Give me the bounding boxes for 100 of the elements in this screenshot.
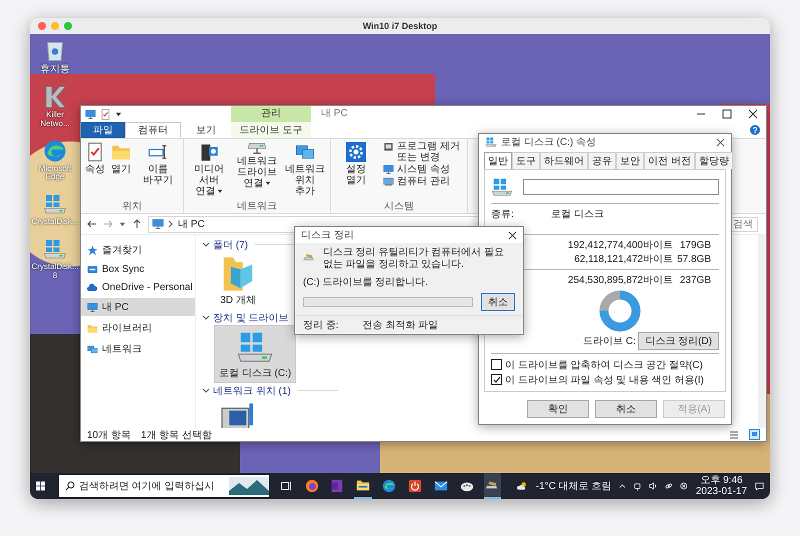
status-value: 전송 최적화 파일 xyxy=(362,319,438,332)
group-label: 위치 xyxy=(121,201,143,213)
back-arrow-icon[interactable] xyxy=(87,219,97,229)
dialog-tab[interactable]: 이전 버전 xyxy=(644,152,695,169)
dialog-tab[interactable]: 하드웨어 xyxy=(540,152,588,169)
ribbon-tab[interactable]: 드라이브 도구 xyxy=(231,122,311,138)
notebook-icon xyxy=(330,479,344,493)
checkbox[interactable] xyxy=(491,359,502,370)
dialog-tab[interactable]: 공유 xyxy=(588,152,616,169)
ribbon-small-button[interactable]: 컴퓨터 관리 xyxy=(381,176,465,187)
checkbox-label: 이 드라이브의 파일 속성 및 내용 색인 허용(I) xyxy=(505,374,704,386)
taskbar-app[interactable] xyxy=(484,473,502,499)
maximize-icon[interactable] xyxy=(722,109,732,119)
byte-count: 254,530,895,872바이트 xyxy=(566,274,673,287)
dialog-tab[interactable]: 일반 xyxy=(484,152,512,169)
nav-item[interactable]: 라이브러리 xyxy=(81,319,195,337)
chevron-up-icon[interactable] xyxy=(619,483,626,489)
dialog-title: 디스크 정리 xyxy=(301,229,354,242)
size-value: 237GB xyxy=(678,274,712,286)
section-title: 폴더 (7) xyxy=(213,238,248,252)
chevron-down-icon[interactable] xyxy=(202,242,210,248)
drive-label: 드라이브 C: xyxy=(583,335,636,348)
window-title: 내 PC xyxy=(320,107,348,121)
computer-icon xyxy=(383,176,394,187)
notification-icon[interactable] xyxy=(755,480,764,492)
help-icon[interactable] xyxy=(750,125,760,135)
disk-usage-donut xyxy=(599,290,641,332)
ribbon-button[interactable]: 이름 바꾸기 xyxy=(135,141,181,201)
status-text: 1개 항목 선택함 xyxy=(140,428,212,442)
cloud-sun-icon[interactable] xyxy=(517,480,528,492)
caret-icon[interactable] xyxy=(119,220,126,228)
section-title: 장치 및 드라이브 xyxy=(213,312,289,324)
chevron-down-icon[interactable] xyxy=(202,314,210,320)
desktop-icon-label[interactable]: CrystalDisk... 8 xyxy=(31,262,79,281)
drive-item[interactable]: 로컬 디스크 (C:) xyxy=(214,325,296,383)
caret-icon[interactable] xyxy=(115,110,122,118)
search-icon xyxy=(64,481,75,491)
ribbon-button[interactable]: 설정 열기 xyxy=(333,141,379,201)
caret-icon xyxy=(216,189,222,194)
ribbon-button[interactable]: 열기 xyxy=(109,141,133,201)
monitor-icon xyxy=(85,108,96,120)
window-title: Win10 i7 Desktop xyxy=(362,21,438,31)
checkbox[interactable] xyxy=(491,374,502,385)
circle-x-icon[interactable] xyxy=(680,481,688,491)
ribbon-button[interactable]: 네트워크 위치 추가 xyxy=(282,141,328,201)
drive-icon xyxy=(43,192,67,216)
chevron-right-icon xyxy=(168,220,174,228)
taskbar-search-field[interactable]: 검색하려면 여기에 입력하십시 xyxy=(58,475,269,497)
browser-swirl-icon xyxy=(43,138,67,163)
nav-item[interactable]: Box Sync xyxy=(81,262,195,277)
group-label: 네트워크 xyxy=(236,201,278,213)
landscape-drawing xyxy=(228,477,269,495)
speaker-icon[interactable] xyxy=(648,481,657,491)
link-icon[interactable] xyxy=(665,481,672,491)
nav-item[interactable]: 내 PC xyxy=(81,298,195,316)
caret-icon xyxy=(264,181,270,186)
ribbon-small-button[interactable]: 프로그램 제거 또는 변경 xyxy=(381,141,465,163)
power-plug-icon[interactable] xyxy=(634,480,641,492)
dialog-button[interactable]: 확인 xyxy=(527,400,589,418)
nav-item[interactable]: OneDrive - Personal xyxy=(81,280,195,295)
ribbon-small-button[interactable]: 시스템 속성 xyxy=(381,164,465,175)
close-window-button[interactable] xyxy=(38,22,46,30)
size-value: 179GB xyxy=(678,240,712,250)
large-icons-view-icon[interactable] xyxy=(749,429,760,440)
dialog-button[interactable]: 취소 xyxy=(595,400,657,418)
checklist-icon xyxy=(85,142,105,162)
close-icon[interactable] xyxy=(508,230,517,240)
chevron-down-icon[interactable] xyxy=(202,388,210,394)
disk-cleanup-button[interactable]: 디스크 정리(D) xyxy=(638,332,719,350)
ribbon-tab[interactable]: 파일 xyxy=(81,122,125,138)
scrollbar[interactable] xyxy=(758,235,766,428)
byte-count: 62,118,121,472바이트 xyxy=(573,253,673,266)
weather-text[interactable]: -1°C 대체로 흐림 xyxy=(536,479,612,493)
field-label: 종류: xyxy=(491,208,515,221)
desktop-icon-label[interactable]: 휴지통 xyxy=(40,64,70,75)
clock-date[interactable]: 2023-01-17 xyxy=(696,486,748,497)
status-label: 정리 중: xyxy=(303,319,339,332)
media-server-icon xyxy=(199,142,219,162)
nav-item[interactable]: 즐겨찾기 xyxy=(81,241,195,259)
cancel-button[interactable]: 취소 xyxy=(481,293,515,311)
dialog-tab[interactable]: 할당량 xyxy=(694,152,733,169)
drive-icon xyxy=(485,136,497,148)
ribbon-button[interactable]: 네트워크 드라이브 연결 xyxy=(234,141,280,201)
folder-item[interactable]: 3D 개체 xyxy=(214,252,262,310)
drive-name-field[interactable] xyxy=(523,179,719,195)
dialog-tab[interactable]: 보안 xyxy=(616,152,644,169)
nav-item[interactable]: 네트워크 xyxy=(81,340,195,358)
ribbon-tab[interactable]: 보기 xyxy=(181,122,231,138)
dialog-tab[interactable]: 도구 xyxy=(512,152,540,169)
details-view-icon[interactable] xyxy=(729,430,739,440)
ribbon-tab[interactable]: 컴퓨터 xyxy=(125,122,181,138)
up-arrow-icon[interactable] xyxy=(132,219,142,229)
close-icon[interactable] xyxy=(748,109,758,119)
ribbon-button[interactable]: 속성 xyxy=(83,141,107,201)
windows-logo-icon[interactable] xyxy=(36,480,45,492)
clock-time[interactable]: 오후 9:46 xyxy=(700,475,743,486)
ribbon-button[interactable]: 미디어 서버 연결 xyxy=(186,141,232,201)
close-icon[interactable] xyxy=(716,138,725,146)
desktop-icon-label[interactable]: Killer Netwo... xyxy=(32,111,78,129)
monitor-icon xyxy=(87,302,98,312)
